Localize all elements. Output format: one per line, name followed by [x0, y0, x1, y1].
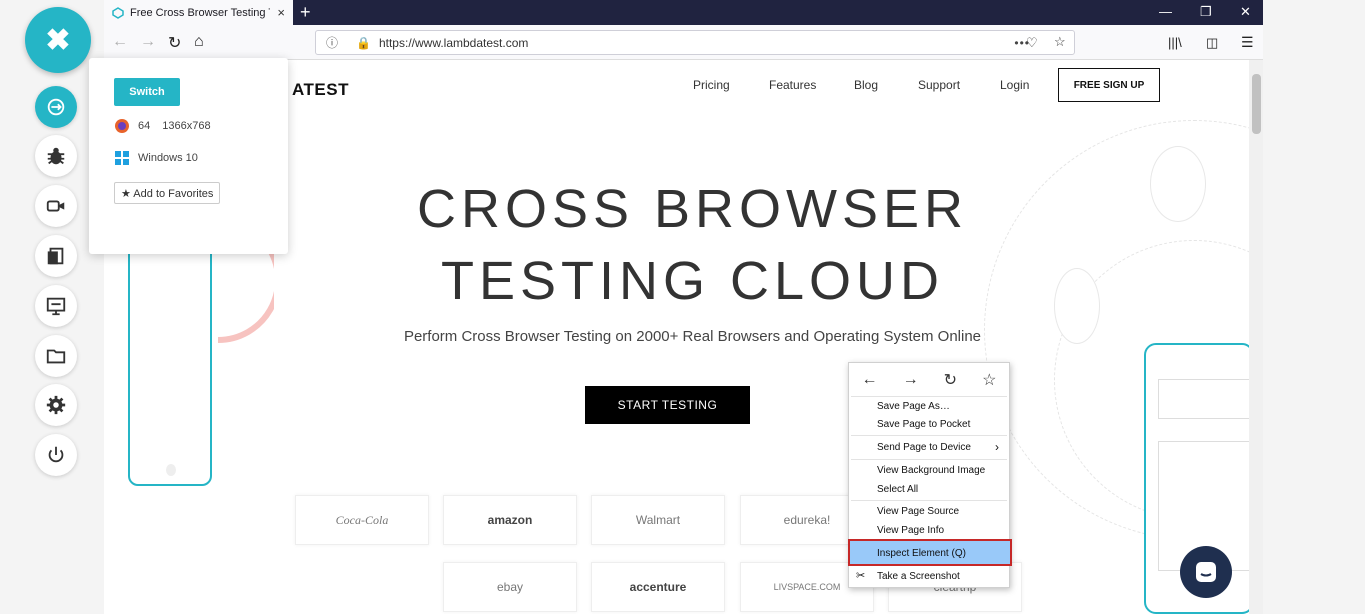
- menu-take-screenshot[interactable]: Take a Screenshot: [877, 571, 960, 582]
- navigation-toolbar: ← → ↻ ⌂ ⓘ 🔒 https://www.lambdatest.com •…: [104, 25, 1263, 60]
- sidebar-toggle-icon[interactable]: ◫: [1206, 35, 1218, 51]
- back-icon[interactable]: ←: [862, 371, 878, 389]
- power-icon: [48, 446, 64, 463]
- new-tab-button[interactable]: +: [300, 2, 311, 23]
- menu-view-background-image[interactable]: View Background Image: [877, 465, 985, 476]
- page-scrollbar[interactable]: [1249, 60, 1263, 614]
- end-session-button[interactable]: [35, 434, 77, 476]
- hero-title-line1: CROSS BROWSER: [416, 179, 969, 239]
- menu-separator: [851, 396, 1007, 397]
- nav-pricing[interactable]: Pricing: [693, 78, 730, 92]
- resolution-button[interactable]: [35, 285, 77, 327]
- site-logo[interactable]: ATEST: [292, 80, 349, 100]
- monitor-icon: [46, 297, 66, 316]
- close-session-button[interactable]: ✖: [25, 7, 91, 73]
- browser-info-row: 64 1366x768: [114, 118, 211, 134]
- menu-separator: [851, 435, 1007, 436]
- brand-logo: Walmart: [591, 495, 725, 545]
- menu-separator: [851, 459, 1007, 460]
- menu-send-to-device[interactable]: Send Page to Device: [877, 442, 971, 453]
- menu-separator: [851, 500, 1007, 501]
- nav-features[interactable]: Features: [769, 78, 816, 92]
- os-info-row: Windows 10: [114, 150, 198, 166]
- video-camera-icon: [46, 200, 65, 212]
- minimize-icon[interactable]: —: [1159, 4, 1172, 19]
- site-info-icon[interactable]: ⓘ: [326, 34, 338, 51]
- bug-report-button[interactable]: [35, 135, 77, 177]
- gallery-icon: [47, 247, 64, 265]
- browser-version: 64: [138, 120, 151, 132]
- phone-home-button: [166, 464, 176, 476]
- screenshot-gallery-button[interactable]: [35, 235, 77, 277]
- menu-view-page-source[interactable]: View Page Source: [877, 506, 959, 517]
- start-testing-button[interactable]: START TESTING: [585, 386, 750, 424]
- lambdatest-favicon-icon: [112, 6, 124, 19]
- screenshot-icon: ✂: [856, 570, 866, 582]
- record-video-button[interactable]: [35, 185, 77, 227]
- home-icon[interactable]: ⌂: [194, 33, 204, 51]
- brand-logo: accenture: [591, 562, 725, 612]
- reload-icon[interactable]: ↻: [168, 33, 181, 53]
- tab-title: Free Cross Browser Testing Too: [130, 6, 270, 19]
- lock-icon[interactable]: 🔒: [356, 36, 371, 50]
- hero-subtitle: Perform Cross Browser Testing on 2000+ R…: [403, 328, 982, 345]
- bookmark-star-icon[interactable]: ☆: [1054, 34, 1066, 50]
- forward-icon[interactable]: →: [903, 371, 919, 389]
- folder-icon: [46, 349, 66, 364]
- tab-bar: Free Cross Browser Testing Too × + — ❐ ✕: [104, 0, 1263, 25]
- chat-icon: [1196, 562, 1216, 582]
- windows-icon: [115, 151, 129, 165]
- close-tab-icon[interactable]: ×: [277, 5, 285, 20]
- menu-select-all[interactable]: Select All: [877, 484, 918, 495]
- menu-view-page-info[interactable]: View Page Info: [877, 525, 944, 536]
- menu-save-page-as[interactable]: Save Page As…: [877, 401, 950, 412]
- pocket-icon[interactable]: ♡: [1026, 35, 1038, 51]
- context-nav-row: ← → ↻ ☆: [849, 363, 1009, 396]
- add-to-favorites-button[interactable]: ★ Add to Favorites: [114, 182, 221, 204]
- forward-icon[interactable]: →: [140, 33, 156, 51]
- scrollbar-thumb[interactable]: [1252, 74, 1261, 134]
- menu-save-to-pocket[interactable]: Save Page to Pocket: [877, 419, 970, 430]
- reload-icon[interactable]: ↻: [944, 370, 957, 390]
- bug-icon: [47, 147, 65, 165]
- bookmark-star-icon[interactable]: ☆: [982, 370, 996, 390]
- brand-logo: amazon: [443, 495, 577, 545]
- os-name: Windows 10: [138, 152, 198, 164]
- restore-icon[interactable]: ❐: [1200, 4, 1212, 20]
- session-info-popup: Switch 64 1366x768 Windows 10 ★ Add to F…: [89, 58, 288, 254]
- switch-browser-button[interactable]: [35, 86, 77, 128]
- address-bar[interactable]: ⓘ 🔒 https://www.lambdatest.com ••• ♡ ☆: [315, 30, 1075, 55]
- nav-login[interactable]: Login: [1000, 78, 1029, 92]
- sync-icon: [47, 98, 65, 116]
- close-window-icon[interactable]: ✕: [1240, 4, 1251, 20]
- chat-widget-button[interactable]: [1180, 546, 1232, 598]
- firefox-icon: [115, 119, 129, 133]
- brand-logo: ebay: [443, 562, 577, 612]
- tab-lambdatest[interactable]: Free Cross Browser Testing Too ×: [104, 0, 293, 25]
- nav-support[interactable]: Support: [918, 78, 960, 92]
- resolution: 1366x768: [162, 120, 211, 132]
- hero-title-line2: TESTING CLOUD: [440, 251, 945, 311]
- screen: ✖ Free Cross Browser Testing × + — ❐ ✕ ←…: [0, 0, 1365, 614]
- gear-icon: [46, 395, 66, 415]
- menu-inspect-element[interactable]: Inspect Element (Q): [877, 548, 966, 559]
- file-manager-button[interactable]: [35, 335, 77, 377]
- url-text[interactable]: https://www.lambdatest.com: [379, 36, 528, 50]
- menu-icon[interactable]: ☰: [1241, 34, 1254, 51]
- context-menu: ← → ↻ ☆ Save Page As… Save Page to Pocke…: [848, 362, 1012, 588]
- switch-button[interactable]: Switch: [114, 78, 180, 106]
- library-icon[interactable]: |||\: [1168, 35, 1182, 50]
- settings-button[interactable]: [35, 384, 77, 426]
- free-signup-button[interactable]: FREE SIGN UP: [1058, 68, 1160, 102]
- submenu-arrow-icon: ›: [995, 440, 999, 454]
- nav-blog[interactable]: Blog: [854, 78, 878, 92]
- brand-logo: Coca-Cola: [295, 495, 429, 545]
- back-icon[interactable]: ←: [112, 33, 128, 51]
- tablet-box: [1158, 379, 1249, 419]
